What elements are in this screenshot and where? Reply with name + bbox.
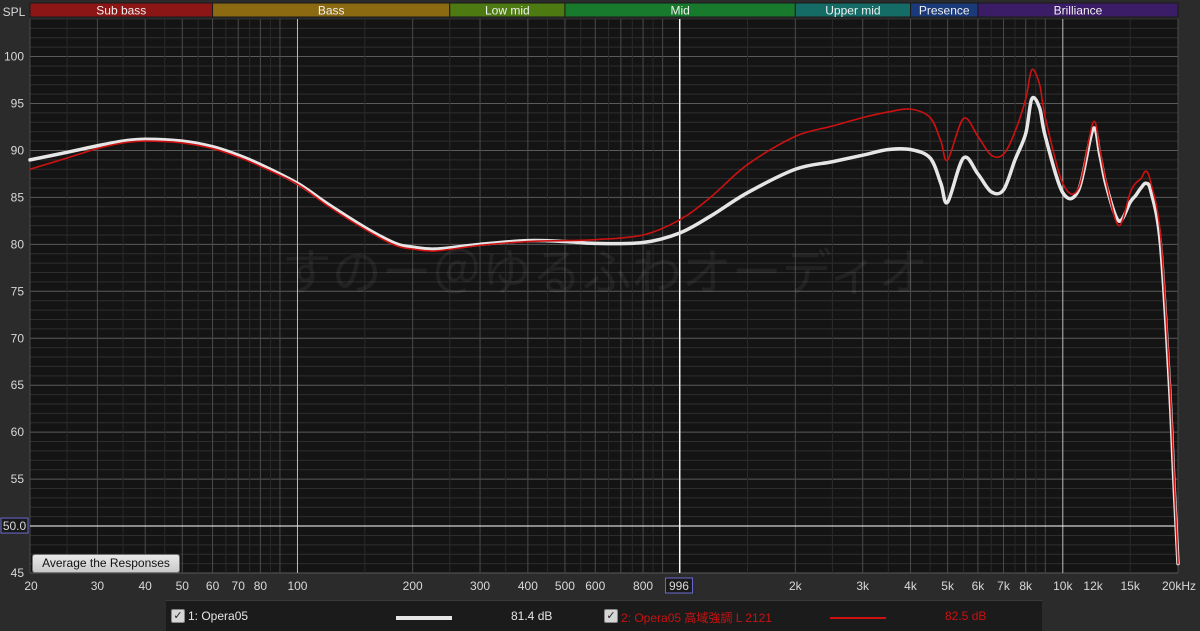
- band-label-1: Bass: [318, 4, 345, 18]
- x-tick-2000: 2k: [789, 579, 803, 593]
- band-label-6: Brilliance: [1054, 4, 1103, 18]
- legend-bar: ✓ 1: Opera05 81.4 dB ✓ 2: Opera05 高域強調 L…: [166, 600, 1042, 631]
- x-tick-100: 100: [287, 579, 307, 593]
- x-axis-ticks: 20 30 40 50 60 70 80 100 200 300 400 500 600 800 2k 3k 4…: [24, 579, 1196, 593]
- average-responses-button[interactable]: Average the Responses: [32, 554, 180, 573]
- x-tick-400: 400: [518, 579, 538, 593]
- x-tick-6000: 6k: [972, 579, 986, 593]
- y-tick-90: 90: [11, 143, 25, 157]
- x-tick-20: 20: [24, 579, 38, 593]
- x-tick-500: 500: [555, 579, 575, 593]
- x-tick-15000: 15k: [1121, 579, 1141, 593]
- x-tick-60: 60: [206, 579, 220, 593]
- x-tick-7000: 7k: [997, 579, 1011, 593]
- x-tick-20000: 20kHz: [1162, 579, 1196, 593]
- band-label-3: Mid: [670, 4, 689, 18]
- x-tick-40: 40: [139, 579, 153, 593]
- series-2-swatch: [830, 617, 886, 619]
- x-tick-200: 200: [403, 579, 423, 593]
- y-tick-45: 45: [11, 566, 25, 580]
- x-tick-3000: 3k: [856, 579, 870, 593]
- x-tick-600: 600: [585, 579, 605, 593]
- x-tick-800: 800: [633, 579, 653, 593]
- cursor-y-readout: 50.0: [3, 519, 27, 533]
- y-tick-55: 55: [11, 472, 25, 486]
- x-tick-10000: 10k: [1053, 579, 1073, 593]
- series-1-value: 81.4 dB: [511, 609, 553, 623]
- cursor-x-readout: 996: [669, 579, 689, 593]
- band-label-2: Low mid: [485, 4, 530, 18]
- x-tick-5000: 5k: [941, 579, 955, 593]
- series-1-name: 1: Opera05: [188, 609, 249, 623]
- series-1-checkbox[interactable]: ✓: [171, 609, 185, 623]
- frequency-response-chart: Sub bass Bass Low mid Mid Upper mid Presence B…: [0, 2, 1196, 594]
- y-tick-75: 75: [11, 284, 25, 298]
- y-axis-label: SPL: [3, 5, 26, 19]
- x-tick-12000: 12k: [1083, 579, 1103, 593]
- x-tick-300: 300: [470, 579, 490, 593]
- watermark: すのー＠ゆるふわオーディオ: [282, 244, 929, 302]
- band-label-4: Upper mid: [825, 4, 880, 18]
- band-label-0: Sub bass: [96, 4, 146, 18]
- x-tick-80: 80: [254, 579, 268, 593]
- series-2-checkbox[interactable]: ✓: [604, 609, 618, 623]
- band-header: Sub bass Bass Low mid Mid Upper mid Presence B…: [29, 2, 1179, 18]
- y-tick-70: 70: [11, 331, 25, 345]
- series-2-value: 82.5 dB: [945, 609, 987, 623]
- y-axis-ticks: 4550556065707580859095100: [4, 50, 24, 580]
- x-tick-50: 50: [176, 579, 190, 593]
- y-tick-60: 60: [11, 425, 25, 439]
- series-1-swatch: [396, 616, 452, 620]
- x-tick-4000: 4k: [904, 579, 918, 593]
- y-tick-80: 80: [11, 237, 25, 251]
- y-tick-85: 85: [11, 190, 25, 204]
- band-label-5: Presence: [919, 4, 970, 18]
- x-tick-30: 30: [91, 579, 105, 593]
- x-tick-8000: 8k: [1019, 579, 1033, 593]
- series-2-name: 2: Opera05 高域強調 L 2121: [621, 611, 772, 625]
- y-tick-100: 100: [4, 50, 24, 64]
- y-tick-65: 65: [11, 378, 25, 392]
- x-tick-70: 70: [232, 579, 246, 593]
- y-tick-95: 95: [11, 97, 25, 111]
